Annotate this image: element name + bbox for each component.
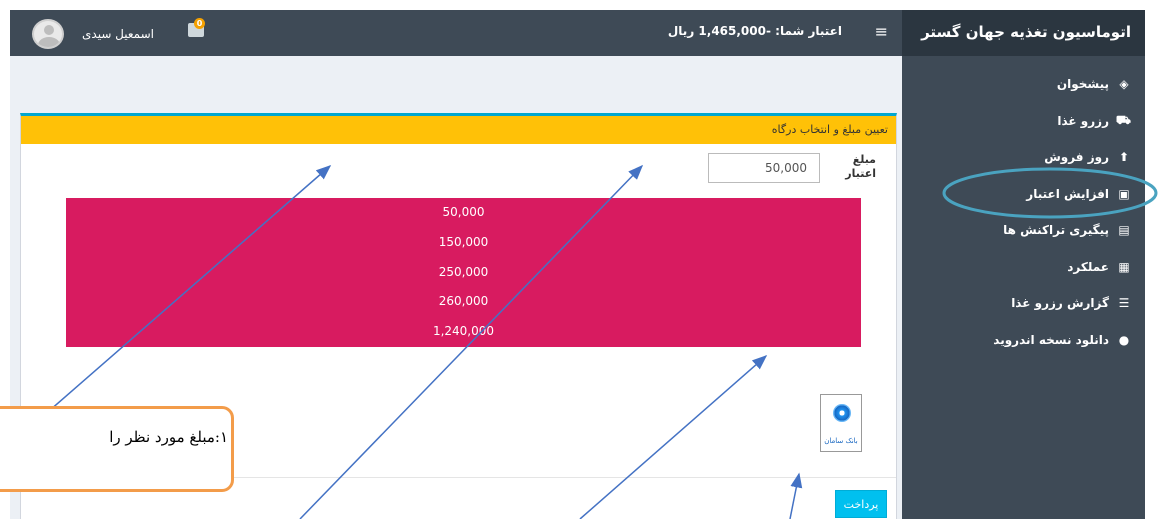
amount-option[interactable]: 250,000 xyxy=(66,258,861,288)
list-icon: ☰ xyxy=(1118,296,1130,311)
sidebar-item-reserve-report[interactable]: ☰ گزارش رزرو غذا xyxy=(902,285,1145,322)
amount-option[interactable]: 1,240,000 xyxy=(66,317,861,347)
cart-icon: ⛟ xyxy=(1115,112,1131,127)
annotation-callout xyxy=(0,406,234,492)
amount-row: مبلغ اعتبار xyxy=(708,153,876,183)
sidebar: ◈ پیشخوان ⛟ رزرو غذا ⬆ روز فروش ▣ افزایش… xyxy=(902,56,1145,519)
tag-icon: ⬆ xyxy=(1118,150,1130,165)
sidebar-item-label: گزارش رزرو غذا xyxy=(1011,296,1109,311)
avatar[interactable] xyxy=(32,19,64,49)
amount-options: 50,000 150,000 250,000 260,000 1,240,000 xyxy=(66,198,861,347)
credit-balance: اعتبار شما: -1,465,000 ریال xyxy=(667,24,842,38)
money-icon: ▣ xyxy=(1118,186,1130,201)
sidebar-item-label: پیشخوان xyxy=(1056,77,1109,92)
sidebar-item-dashboard[interactable]: ◈ پیشخوان xyxy=(902,66,1145,103)
annotation-callout-text: ۱:مبلغ مورد نظر را xyxy=(109,428,228,446)
sidebar-item-android-download[interactable]: ● دانلود نسخه اندروید xyxy=(902,322,1145,359)
sidebar-item-increase-credit[interactable]: ▣ افزایش اعتبار xyxy=(902,176,1145,213)
amount-input[interactable] xyxy=(708,153,820,183)
sidebar-item-label: دانلود نسخه اندروید xyxy=(993,332,1109,347)
amount-option[interactable]: 150,000 xyxy=(66,228,861,258)
amount-label: مبلغ اعتبار xyxy=(845,153,876,180)
bank-name: بانک سامان xyxy=(824,437,858,445)
android-icon: ● xyxy=(1118,332,1130,347)
amount-option[interactable]: 260,000 xyxy=(66,287,861,317)
sidebar-item-sale-day[interactable]: ⬆ روز فروش xyxy=(902,139,1145,176)
sidebar-item-performance[interactable]: ▦ عملکرد xyxy=(902,249,1145,286)
user-menu[interactable]: اسمعیل سیدی xyxy=(32,19,154,49)
menu-toggle-icon[interactable]: ≡ xyxy=(875,22,888,41)
sidebar-item-label: افزایش اعتبار xyxy=(1026,186,1109,201)
sidebar-item-label: رزرو غذا xyxy=(1057,113,1109,128)
notification-badge: 0 xyxy=(194,18,205,29)
bank-gateway-saman[interactable]: بانک سامان xyxy=(820,394,862,452)
table-icon: ▦ xyxy=(1118,259,1130,274)
pay-button[interactable]: پرداخت xyxy=(835,490,887,518)
dashboard-icon: ◈ xyxy=(1119,77,1129,92)
panel-header: تعیین مبلغ و انتخاب درگاه xyxy=(21,116,896,144)
sidebar-item-label: پیگیری تراکنش ها xyxy=(1003,223,1109,238)
top-navbar: اعتبار شما: -1,465,000 ریال ≡ اسمعیل سید… xyxy=(10,10,902,56)
amount-option[interactable]: 50,000 xyxy=(66,198,861,228)
sidebar-item-reserve-food[interactable]: ⛟ رزرو غذا xyxy=(902,103,1145,140)
app-brand[interactable]: اتوماسیون تغذیه جهان گستر xyxy=(902,10,1145,56)
bank-logo-icon xyxy=(833,404,851,422)
username: اسمعیل سیدی xyxy=(82,27,155,41)
sidebar-item-transactions[interactable]: ▤ پیگیری تراکنش ها xyxy=(902,212,1145,249)
sidebar-item-label: روز فروش xyxy=(1044,150,1109,165)
document-icon: ▤ xyxy=(1118,223,1130,238)
sidebar-item-label: عملکرد xyxy=(1067,259,1109,274)
